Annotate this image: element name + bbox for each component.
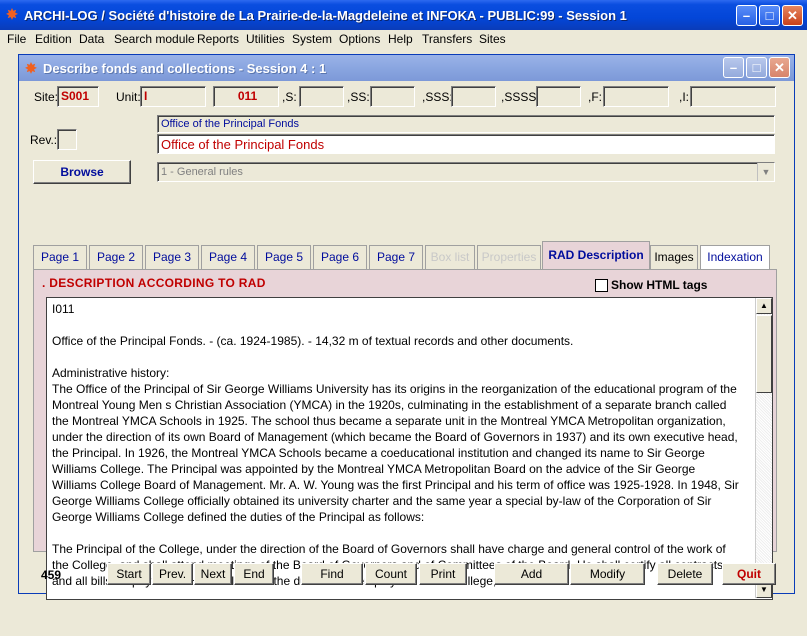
count-button[interactable]: Count — [365, 563, 417, 585]
unit-code-line: I011 — [52, 302, 75, 316]
show-html-label[interactable]: Show HTML tags — [611, 278, 707, 292]
start-button[interactable]: Start — [107, 563, 151, 585]
tab-rad-description[interactable]: RAD Description — [542, 241, 650, 270]
menu-reports[interactable]: Reports — [197, 32, 239, 46]
browse-button[interactable]: Browse — [33, 160, 131, 184]
rad-description-panel: . DESCRIPTION ACCORDING TO RAD Show HTML… — [33, 269, 777, 600]
inner-close-button[interactable]: ✕ — [769, 57, 790, 78]
describe-fonds-window: ✸ Describe fonds and collections - Sessi… — [18, 54, 795, 600]
rules-select[interactable]: 1 - General rules ▼ — [157, 162, 775, 182]
ss-field[interactable] — [370, 86, 415, 107]
menu-utilities[interactable]: Utilities — [246, 32, 285, 46]
minimize-window-button[interactable]: – — [736, 5, 757, 26]
tab-page-4[interactable]: Page 4 — [201, 245, 255, 270]
inner-maximize-button[interactable]: □ — [746, 57, 767, 78]
tab-page-2[interactable]: Page 2 — [89, 245, 143, 270]
tab-page-7[interactable]: Page 7 — [369, 245, 423, 270]
next-button[interactable]: Next — [194, 563, 232, 585]
unit-number-field[interactable]: 011 — [213, 86, 279, 107]
tab-properties[interactable]: Properties — [477, 245, 541, 270]
close-window-button[interactable]: ✕ — [782, 5, 803, 26]
tab-page-5[interactable]: Page 5 — [257, 245, 311, 270]
end-button[interactable]: End — [234, 563, 274, 585]
admin-history-heading: Administrative history: — [52, 366, 170, 380]
menu-help[interactable]: Help — [388, 32, 413, 46]
chevron-down-icon[interactable]: ▼ — [757, 163, 774, 181]
prev-button[interactable]: Prev. — [152, 563, 193, 585]
maximize-window-button[interactable]: □ — [759, 5, 780, 26]
ssss-field[interactable] — [536, 86, 581, 107]
menu-system[interactable]: System — [292, 32, 332, 46]
description-text: I011 Office of the Principal Fonds. - (c… — [52, 301, 742, 589]
admin-history-text: The Office of the Principal of Sir Georg… — [52, 382, 739, 524]
tab-page-3[interactable]: Page 3 — [145, 245, 199, 270]
menu-edition[interactable]: Edition — [35, 32, 72, 46]
rules-select-value: 1 - General rules — [161, 166, 243, 178]
scroll-up-icon[interactable]: ▲ — [756, 298, 772, 314]
sss-field[interactable] — [451, 86, 496, 107]
find-button[interactable]: Find — [301, 563, 363, 585]
tab-page-1[interactable]: Page 1 — [33, 245, 87, 270]
rev-field[interactable] — [57, 129, 77, 150]
site-field[interactable]: S001 — [57, 86, 99, 107]
unit-field[interactable]: I — [140, 86, 206, 107]
f-label: ,F: — [588, 90, 602, 104]
add-button[interactable]: Add — [494, 563, 569, 585]
inner-minimize-button[interactable]: – — [723, 57, 744, 78]
quit-button[interactable]: Quit — [722, 563, 776, 585]
modify-button[interactable]: Modify — [570, 563, 645, 585]
s-label: ,S: — [282, 90, 297, 104]
rev-label: Rev.: — [30, 133, 58, 147]
section-title: . DESCRIPTION ACCORDING TO RAD — [42, 276, 266, 290]
i-label: ,I: — [679, 90, 690, 104]
i-field[interactable] — [690, 86, 776, 107]
inner-title-bar: ✸ Describe fonds and collections - Sessi… — [19, 55, 794, 81]
menu-options[interactable]: Options — [339, 32, 380, 46]
f-field[interactable] — [603, 86, 669, 107]
app-title: ARCHI-LOG / Société d'histoire de La Pra… — [24, 8, 627, 23]
fonds-title-field[interactable]: Office of the Principal Fonds — [157, 134, 775, 154]
show-html-checkbox[interactable] — [595, 279, 608, 292]
sss-label: ,SSS: — [422, 90, 453, 104]
delete-button[interactable]: Delete — [657, 563, 713, 585]
menu-sites[interactable]: Sites — [479, 32, 506, 46]
ssss-label: ,SSSS: — [501, 90, 540, 104]
tab-images[interactable]: Images — [650, 245, 698, 270]
tab-box-list[interactable]: Box list — [425, 245, 475, 270]
fox-logo-icon: ✸ — [6, 6, 18, 22]
tab-page-6[interactable]: Page 6 — [313, 245, 367, 270]
s-field[interactable] — [299, 86, 344, 107]
ss-label: ,SS: — [347, 90, 370, 104]
menu-file[interactable]: File — [7, 32, 26, 46]
rad-description-textarea[interactable]: I011 Office of the Principal Fonds. - (c… — [46, 297, 773, 600]
window-title: Describe fonds and collections - Session… — [43, 61, 327, 76]
site-label: Site: — [34, 90, 59, 104]
fonds-subtitle-field[interactable]: Office of the Principal Fonds — [157, 115, 775, 133]
record-count: 459 — [41, 568, 62, 582]
menu-data[interactable]: Data — [79, 32, 104, 46]
menu-bar: File Edition Data Search module Reports … — [0, 30, 807, 48]
menu-transfers[interactable]: Transfers — [422, 32, 472, 46]
fox-logo-icon: ✸ — [25, 60, 37, 76]
print-button[interactable]: Print — [419, 563, 467, 585]
tab-indexation[interactable]: Indexation — [700, 245, 770, 270]
summary-line: Office of the Principal Fonds. - (ca. 19… — [52, 334, 574, 348]
menu-search-module[interactable]: Search module — [114, 32, 195, 46]
scroll-thumb[interactable] — [756, 315, 772, 393]
unit-label: Unit: — [116, 90, 141, 104]
app-title-bar: ✸ ARCHI-LOG / Société d'histoire de La P… — [0, 0, 807, 30]
vertical-scrollbar[interactable]: ▲ ▼ — [755, 298, 772, 598]
